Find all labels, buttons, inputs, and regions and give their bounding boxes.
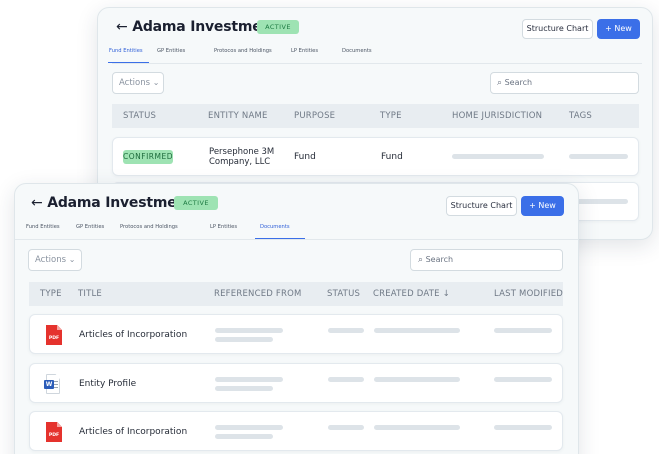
column-header-referenced-from[interactable]: REFERENCED FROM: [214, 289, 302, 299]
column-header-type[interactable]: TYPE: [380, 111, 402, 121]
status-placeholder: [328, 328, 364, 333]
tab-protocos-and-holdings[interactable]: Protocos and Holdings: [120, 224, 178, 230]
chevron-down-icon: ⌄: [68, 255, 76, 264]
status-placeholder: [328, 425, 364, 430]
column-header-home-jurisdiction[interactable]: HOME JURISDICTION: [452, 111, 542, 121]
jurisdiction-placeholder: [452, 154, 544, 159]
table-row[interactable]: W Entity Profile: [29, 363, 563, 403]
status-badge: ACTIVE: [257, 20, 299, 34]
word-doc-icon: W: [44, 374, 60, 394]
referenced-from-placeholder: [215, 425, 283, 430]
table-row[interactable]: PDF Articles of Incorporation: [29, 411, 563, 451]
new-button[interactable]: + New: [521, 196, 564, 216]
last-modified-placeholder: [494, 425, 552, 430]
back-arrow-icon[interactable]: ←: [116, 19, 128, 35]
entity-name[interactable]: Persephone 3M Company, LLC: [209, 147, 274, 167]
entity-name-line2: Company, LLC: [209, 157, 271, 167]
column-header-type[interactable]: TYPE: [40, 289, 62, 299]
actions-dropdown[interactable]: Actions ⌄: [112, 72, 164, 94]
search-placeholder: Search: [504, 78, 533, 87]
search-icon: ⌕: [497, 78, 503, 88]
created-date-placeholder: [374, 377, 460, 382]
column-header-status[interactable]: STATUS: [327, 289, 360, 299]
document-title[interactable]: Entity Profile: [79, 379, 136, 389]
tabs-divider: [112, 63, 642, 64]
chevron-down-icon: ⌄: [152, 78, 160, 87]
referenced-from-placeholder: [215, 377, 283, 382]
pdf-icon: PDF: [46, 422, 62, 442]
documents-window: ← Adama Investments ACTIVE Structure Cha…: [14, 183, 579, 454]
tab-documents[interactable]: Documents: [260, 224, 290, 230]
referenced-from-placeholder: [215, 337, 273, 342]
column-header-tags[interactable]: TAGS: [569, 111, 592, 121]
back-arrow-icon[interactable]: ←: [31, 195, 43, 211]
tabs-divider: [15, 239, 578, 240]
column-header-last-modified[interactable]: LAST MODIFIED: [494, 289, 563, 299]
referenced-from-placeholder: [215, 328, 283, 333]
tab-lp-entities[interactable]: LP Entities: [210, 224, 237, 230]
search-input[interactable]: ⌕ Search: [490, 72, 639, 94]
tab-documents[interactable]: Documents: [342, 48, 372, 54]
type-cell: Fund: [381, 152, 403, 162]
column-header-created-date[interactable]: CREATED DATE ↓: [373, 289, 450, 299]
structure-chart-button[interactable]: Structure Chart: [522, 19, 593, 39]
table-row[interactable]: CONFIRMED Persephone 3M Company, LLC Fun…: [112, 137, 639, 176]
tab-protocos-and-holdings[interactable]: Protocos and Holdings: [214, 48, 272, 54]
structure-chart-button[interactable]: Structure Chart: [446, 196, 517, 216]
tags-placeholder: [569, 154, 628, 159]
pdf-icon: PDF: [46, 325, 62, 345]
created-date-placeholder: [374, 328, 460, 333]
new-button[interactable]: + New: [597, 19, 640, 39]
tab-fund-entities[interactable]: Fund Entities: [26, 224, 60, 230]
search-input[interactable]: ⌕ Search: [410, 249, 563, 271]
tab-gp-entities[interactable]: GP Entities: [76, 224, 104, 230]
column-header-entity-name[interactable]: ENTITY NAME: [208, 111, 268, 121]
tab-gp-entities[interactable]: GP Entities: [157, 48, 185, 54]
active-tab-indicator: [108, 62, 149, 63]
status-badge: CONFIRMED: [123, 150, 173, 164]
referenced-from-placeholder: [215, 386, 273, 391]
column-header-purpose[interactable]: PURPOSE: [294, 111, 335, 121]
table-header: TYPE TITLE REFERENCED FROM STATUS CREATE…: [29, 282, 563, 306]
actions-label: Actions: [119, 78, 151, 88]
document-title[interactable]: Articles of Incorporation: [79, 330, 187, 340]
tab-lp-entities[interactable]: LP Entities: [291, 48, 318, 54]
search-placeholder: Search: [425, 255, 454, 264]
column-header-status[interactable]: STATUS: [123, 111, 156, 121]
actions-dropdown[interactable]: Actions ⌄: [28, 249, 82, 271]
status-badge: ACTIVE: [174, 196, 218, 210]
purpose-cell: Fund: [294, 152, 316, 162]
last-modified-placeholder: [494, 328, 552, 333]
search-icon: ⌕: [418, 255, 424, 265]
tab-fund-entities[interactable]: Fund Entities: [109, 48, 143, 54]
table-header: STATUS ENTITY NAME PURPOSE TYPE HOME JUR…: [112, 104, 639, 128]
active-tab-indicator: [255, 238, 305, 239]
entity-name-line1: Persephone 3M: [209, 147, 275, 157]
referenced-from-placeholder: [215, 434, 273, 439]
status-placeholder: [328, 377, 364, 382]
last-modified-placeholder: [494, 377, 552, 382]
table-row[interactable]: PDF Articles of Incorporation: [29, 314, 563, 354]
actions-label: Actions: [35, 255, 67, 265]
created-date-placeholder: [374, 425, 460, 430]
document-title[interactable]: Articles of Incorporation: [79, 427, 187, 437]
column-header-title[interactable]: TITLE: [78, 289, 102, 299]
